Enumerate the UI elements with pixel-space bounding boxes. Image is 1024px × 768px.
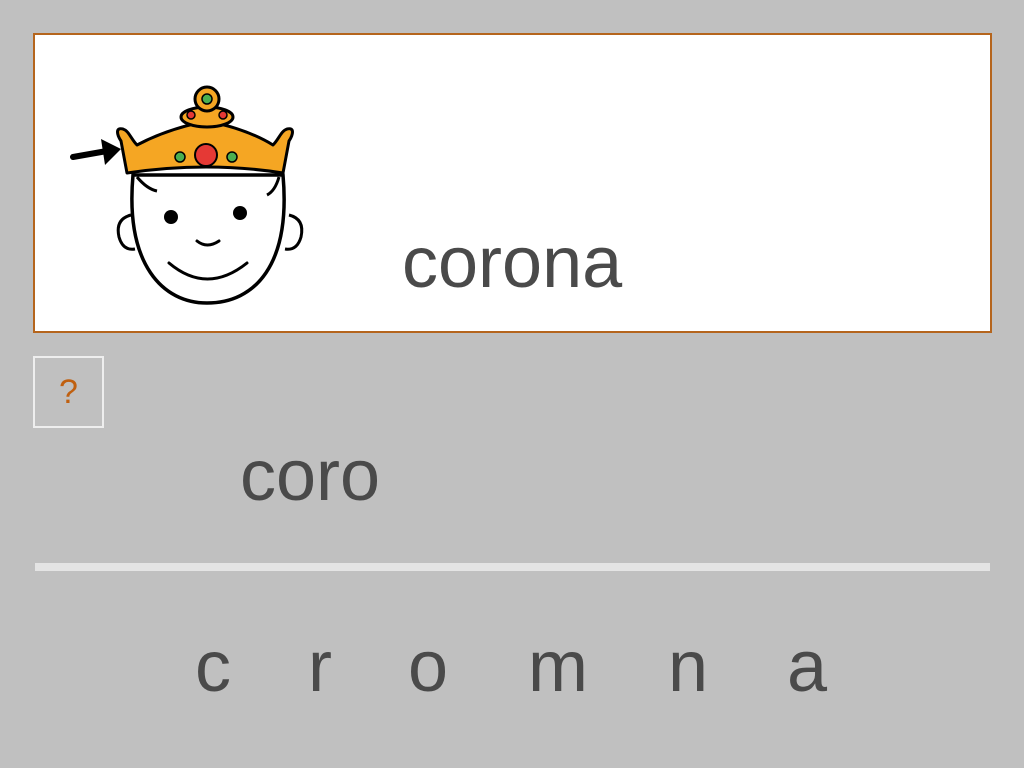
king-with-crown-icon [70,85,304,305]
hint-button[interactable]: ? [33,356,104,428]
divider [35,563,990,571]
crown-icon [116,85,294,175]
letter-tile-c[interactable]: c [183,622,243,712]
letter-tile-n[interactable]: n [658,622,718,712]
letter-tile-r[interactable]: r [290,622,350,712]
word-card: corona [33,33,992,333]
letter-tile-a[interactable]: a [777,622,837,712]
letter-tile-m[interactable]: m [528,622,588,712]
arrow-icon [70,139,121,165]
target-word: corona [402,223,623,303]
answer-text: coro [240,436,381,516]
letter-tile-o[interactable]: o [398,622,458,712]
